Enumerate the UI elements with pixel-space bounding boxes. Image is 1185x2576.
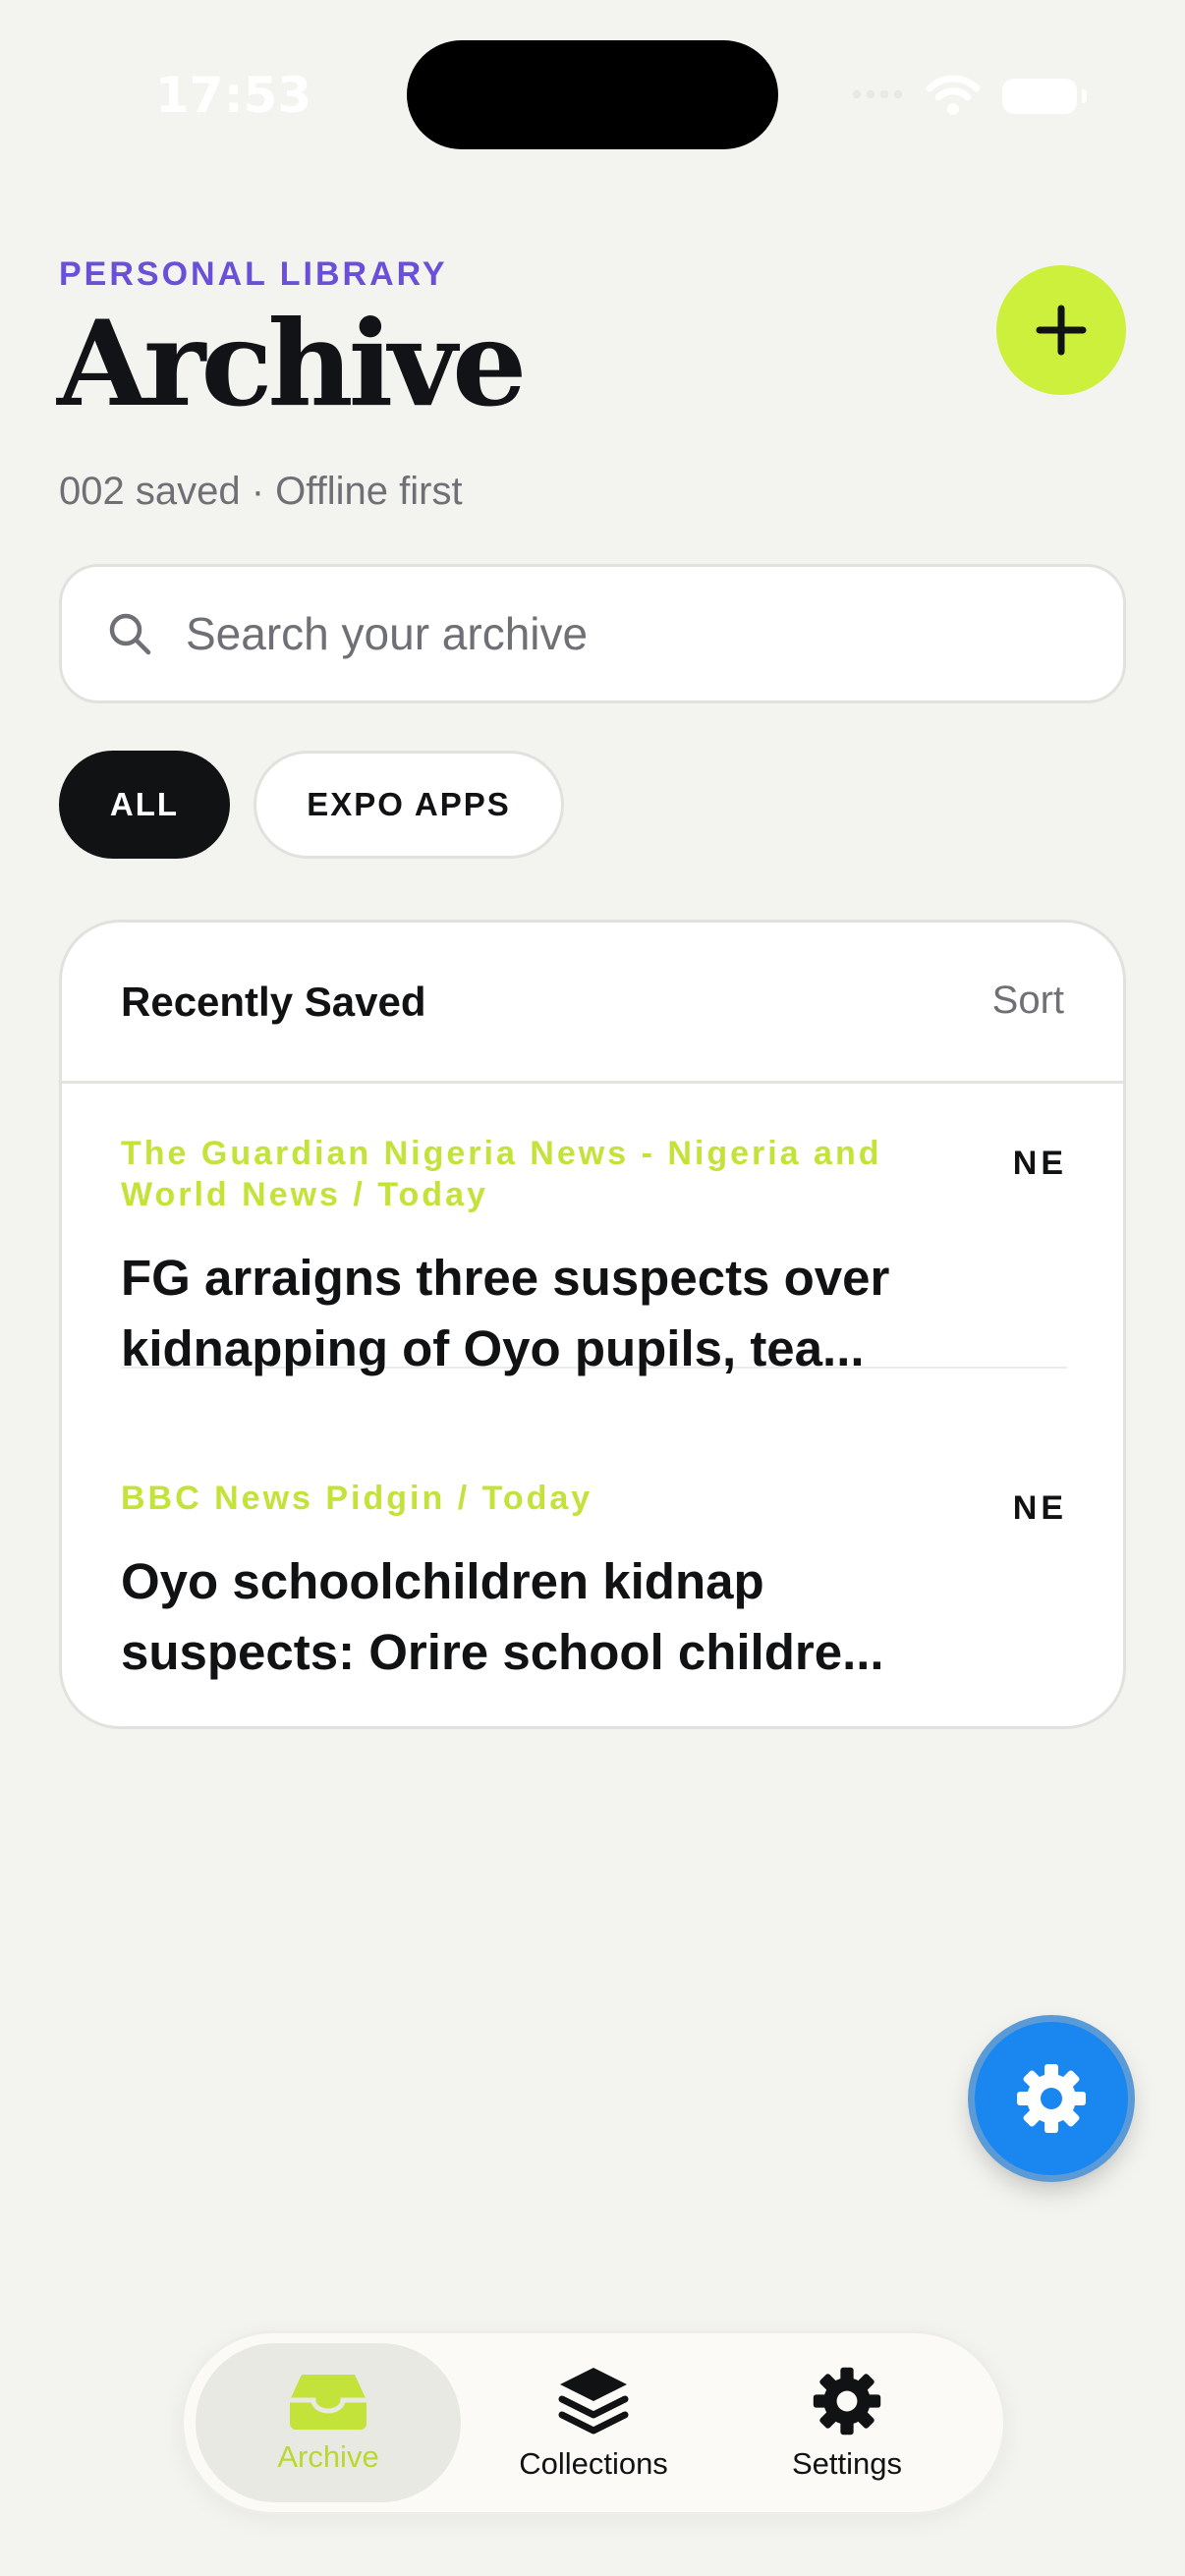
- gear-icon: [813, 2367, 881, 2436]
- cellular-signal-icon: [853, 90, 902, 98]
- sort-button[interactable]: Sort: [992, 979, 1064, 1023]
- article-title: FG arraigns three suspects over kidnappi…: [121, 1250, 890, 1376]
- status-time: 17:53: [155, 67, 312, 124]
- tab-bar: Archive Collections Settings: [181, 2330, 1006, 2515]
- floating-settings-button[interactable]: [975, 2022, 1128, 2175]
- article-badge: NE: [1012, 1489, 1067, 1527]
- card-title: Recently Saved: [121, 979, 426, 1025]
- article-source: The Guardian Nigeria News - Nigeria and …: [121, 1135, 882, 1213]
- wifi-icon: [926, 75, 981, 115]
- tab-label: Collections: [519, 2446, 668, 2481]
- list-item[interactable]: BBC News Pidgin / Today NE Oyo schoolchi…: [121, 1478, 1067, 1684]
- inbox-tray-icon: [290, 2375, 367, 2430]
- tab-archive[interactable]: Archive: [196, 2343, 461, 2502]
- search-icon: [109, 613, 151, 655]
- tab-label: Settings: [791, 2446, 902, 2481]
- filter-chip-expo-apps[interactable]: EXPO APPS: [254, 751, 564, 859]
- filter-chip-all[interactable]: ALL: [59, 751, 230, 859]
- battery-icon: [1002, 79, 1087, 114]
- card-header: Recently Saved Sort: [62, 923, 1123, 1084]
- tab-label: Archive: [277, 2439, 379, 2474]
- plus-icon: [1036, 305, 1087, 356]
- dynamic-island: [407, 40, 778, 149]
- article-source: BBC News Pidgin / Today: [121, 1480, 593, 1517]
- search-input[interactable]: Search your archive: [59, 564, 1126, 703]
- page-title: Archive: [57, 295, 527, 433]
- search-placeholder: Search your archive: [186, 608, 589, 659]
- add-button[interactable]: [996, 265, 1126, 395]
- article-badge: NE: [1012, 1145, 1067, 1182]
- status-bar: 17:53: [0, 0, 1185, 187]
- tab-collections[interactable]: Collections: [461, 2343, 726, 2502]
- article-title: Oyo schoolchildren kidnap suspects: Orir…: [121, 1553, 884, 1680]
- recently-saved-card: Recently Saved Sort The Guardian Nigeria…: [59, 920, 1126, 1729]
- gear-icon: [1017, 2064, 1086, 2133]
- list-item[interactable]: The Guardian Nigeria News - Nigeria and …: [121, 1133, 1067, 1376]
- tab-settings[interactable]: Settings: [714, 2343, 980, 2502]
- page-subtitle: 002 saved · Offline first: [59, 470, 463, 513]
- layers-icon: [558, 2368, 629, 2435]
- section-eyebrow: PERSONAL LIBRARY: [59, 255, 448, 293]
